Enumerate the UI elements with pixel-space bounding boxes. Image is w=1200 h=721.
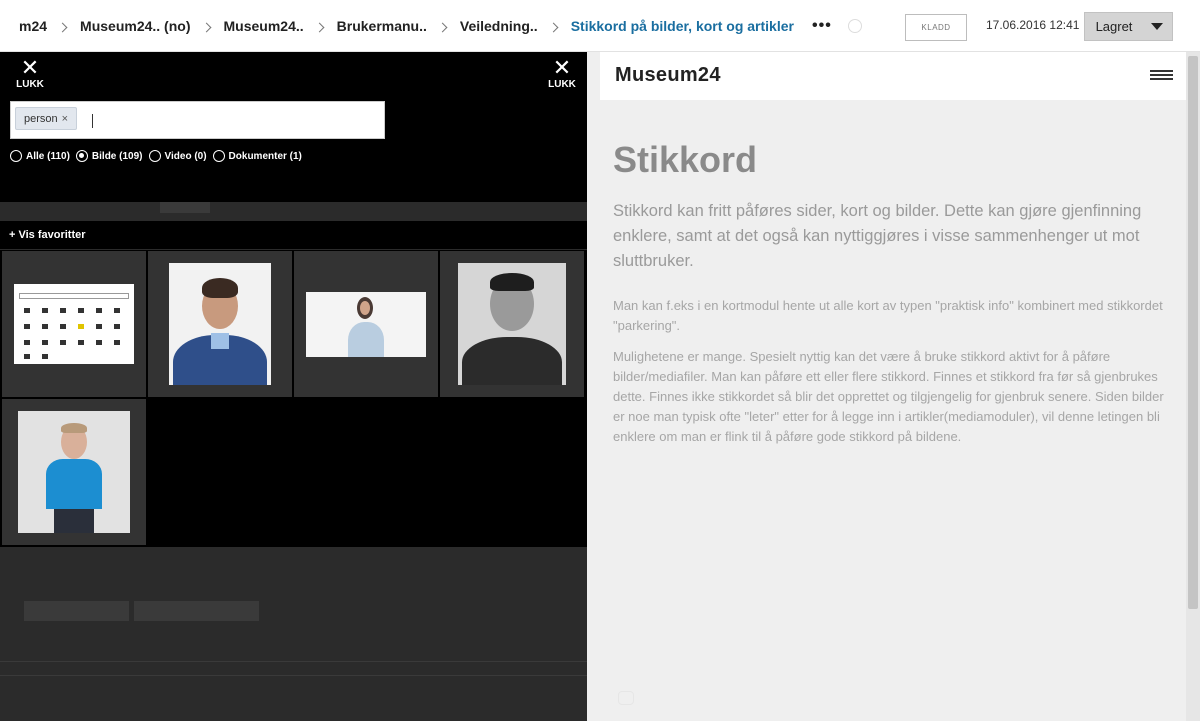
preview-article-title: Stikkord xyxy=(613,139,758,180)
tag-search-input[interactable]: person × xyxy=(10,101,385,139)
editor-divider xyxy=(0,675,587,676)
text-cursor xyxy=(92,114,93,128)
screenshot-module-icon xyxy=(24,308,30,313)
filter-video[interactable]: Video (0) xyxy=(148,150,207,162)
chevron-right-icon xyxy=(437,22,448,32)
preview-article-lead: Stikkord kan fritt påføres sider, kort o… xyxy=(613,202,1142,270)
filter-all[interactable]: Alle (110) xyxy=(10,150,70,162)
screenshot-module-icon xyxy=(114,340,120,345)
hamburger-menu-icon[interactable] xyxy=(1150,70,1173,80)
screenshot-module-icon xyxy=(96,308,102,313)
screenshot-module-icon xyxy=(78,324,84,329)
filter-documents[interactable]: Dokumenter (1) xyxy=(212,150,302,162)
close-button-left[interactable]: ✕ LUKK xyxy=(10,55,50,91)
more-options-icon[interactable]: ••• xyxy=(812,17,832,35)
filter-image[interactable]: Bilde (109) xyxy=(75,150,143,162)
media-thumbnail-portrait-4[interactable] xyxy=(2,399,146,545)
screenshot-module-icon xyxy=(24,340,30,345)
save-state-dropdown[interactable]: Lagret xyxy=(1084,12,1173,41)
close-icon: ✕ xyxy=(552,55,572,80)
preview-paragraph: Mulighetene er mange. Spesielt nyttig ka… xyxy=(613,349,1164,444)
draft-status-badge: KLADD xyxy=(905,14,967,41)
chevron-right-icon xyxy=(548,22,559,32)
breadcrumb-item-museum24-no[interactable]: Museum24.. (no) xyxy=(80,18,190,34)
portrait-image xyxy=(306,291,426,357)
breadcrumb-current-page[interactable]: Stikkord på bilder, kort og artikler xyxy=(571,18,794,34)
radio-icon xyxy=(10,150,22,162)
tag-chip-person: person × xyxy=(15,107,78,130)
filter-label: Alle (110) xyxy=(26,150,70,162)
portrait-image xyxy=(169,263,271,385)
screenshot-module-icon xyxy=(42,340,48,345)
preview-paragraph: Man kan f.eks i en kortmodul hente ut al… xyxy=(613,298,1163,333)
filter-label: Bilde (109) xyxy=(91,150,143,162)
save-state-label: Lagret xyxy=(1095,19,1133,34)
loading-indicator-icon xyxy=(847,19,862,33)
screenshot-module-icon xyxy=(96,324,102,329)
media-thumbnail-grid xyxy=(0,250,587,547)
screenshot-module-icon xyxy=(42,354,48,359)
media-type-filters: Alle (110) Bilde (109) Video (0) Dokumen… xyxy=(10,150,308,162)
preview-scrollbar-thumb[interactable] xyxy=(1188,56,1198,609)
close-label: LUKK xyxy=(16,79,44,90)
screenshot-image xyxy=(14,284,134,364)
chevron-right-icon xyxy=(201,22,211,32)
screenshot-module-icon xyxy=(42,324,48,329)
breadcrumb-item-veiledning[interactable]: Veiledning.. xyxy=(460,18,538,34)
remove-tag-icon[interactable]: × xyxy=(62,113,68,125)
screenshot-module-icon xyxy=(60,340,66,345)
breadcrumb: m24 Museum24.. (no) Museum24.. Brukerman… xyxy=(19,0,862,52)
breadcrumb-item-m24[interactable]: m24 xyxy=(19,18,47,34)
screenshot-module-icon xyxy=(96,340,102,345)
screenshot-module-icon xyxy=(60,324,66,329)
screenshot-module-icon xyxy=(42,308,48,313)
radio-icon xyxy=(212,150,225,162)
media-thumbnail-portrait-3[interactable] xyxy=(440,251,584,397)
screenshot-module-icon xyxy=(60,308,66,313)
screenshot-module-icon xyxy=(114,308,120,313)
screenshot-module-icon xyxy=(114,324,120,329)
screenshot-module-icon xyxy=(78,308,84,313)
editor-ghost-button xyxy=(134,601,259,621)
portrait-image xyxy=(458,263,566,385)
media-thumbnail-screenshot[interactable] xyxy=(2,251,146,397)
saved-timestamp: 17.06.2016 12:41 xyxy=(986,18,1080,32)
close-icon: ✕ xyxy=(20,55,40,80)
close-button-right[interactable]: ✕ LUKK xyxy=(542,55,582,91)
screenshot-module-icon xyxy=(24,354,30,359)
editor-divider xyxy=(0,661,587,662)
chevron-right-icon xyxy=(57,22,68,32)
portrait-image xyxy=(18,411,130,533)
filter-label: Video (0) xyxy=(164,150,207,162)
screenshot-module-icon xyxy=(78,340,84,345)
radio-icon xyxy=(148,150,161,162)
tag-chip-label: person xyxy=(24,112,58,125)
screenshot-search-bar xyxy=(19,293,129,299)
filter-label: Dokumenter (1) xyxy=(228,150,302,162)
caret-down-icon xyxy=(1151,23,1163,30)
faint-chat-icon xyxy=(618,691,634,705)
breadcrumb-item-museum24[interactable]: Museum24.. xyxy=(224,18,304,34)
breadcrumb-item-brukermanual[interactable]: Brukermanu.. xyxy=(337,18,427,34)
close-label: LUKK xyxy=(548,79,576,90)
media-thumbnail-portrait-2[interactable] xyxy=(294,251,438,397)
media-thumbnail-portrait-1[interactable] xyxy=(148,251,292,397)
screenshot-module-icon xyxy=(24,324,30,329)
top-bar: m24 Museum24.. (no) Museum24.. Brukerman… xyxy=(0,0,1200,52)
radio-selected-icon xyxy=(75,150,88,162)
chevron-right-icon xyxy=(314,22,325,32)
editor-ghost-button xyxy=(24,601,129,621)
preview-site-logo[interactable]: Museum24 xyxy=(615,64,721,87)
show-favorites-toggle[interactable]: + Vis favoritter xyxy=(0,221,587,249)
